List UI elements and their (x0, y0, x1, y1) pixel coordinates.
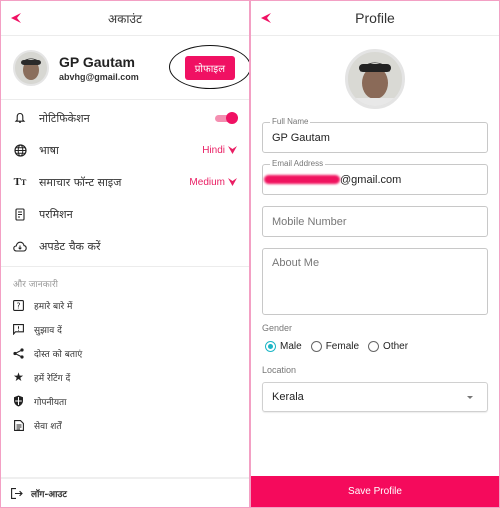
shield-icon (13, 395, 24, 407)
back-arrow-icon[interactable] (259, 11, 273, 25)
full-name-label: Full Name (270, 117, 311, 126)
about-me-field[interactable]: About Me (262, 248, 488, 315)
redaction-mark (264, 175, 340, 184)
gender-radio-group: Male Female Other (262, 341, 488, 352)
font-size-dropdown[interactable]: Medium (189, 177, 237, 188)
profile-form: Full Name GP Gautam Email Address @gmail… (251, 117, 499, 412)
profile-avatar[interactable] (345, 49, 405, 109)
full-name-value: GP Gautam (272, 131, 330, 144)
location-value: Kerala (272, 391, 304, 403)
settings-item-label: नोटिफिकेशन (39, 111, 90, 125)
share-icon (13, 347, 24, 359)
language-value: Hindi (202, 144, 225, 156)
cloud-download-icon (13, 239, 27, 253)
more-info-item-rate[interactable]: ★ हमें रेटिंग दें (1, 365, 249, 389)
logout-label: लॉग-आउट (31, 489, 67, 500)
language-dropdown[interactable]: Hindi (202, 145, 237, 156)
settings-item-font-size[interactable]: TT समाचार फॉन्ट साइज Medium (1, 166, 249, 198)
gender-radio-other[interactable]: Other (368, 341, 408, 352)
chevron-down-icon (228, 146, 237, 154)
settings-item-label: भाषा (39, 143, 59, 157)
more-info-item-feedback[interactable]: सुझाव दें (1, 317, 249, 341)
settings-item-label: समाचार फॉन्ट साइज (39, 175, 122, 189)
more-info-list: ? हमारे बारे में सुझाव दें दोस्त को बताए… (1, 293, 249, 437)
feedback-icon (13, 323, 24, 335)
more-info-item-about[interactable]: ? हमारे बारे में (1, 293, 249, 317)
location-select[interactable]: Kerala (262, 382, 488, 412)
chevron-down-icon (228, 178, 237, 186)
document-icon (13, 419, 24, 431)
mobile-number-input[interactable] (272, 215, 487, 228)
location-label: Location (262, 365, 297, 375)
email-value: @gmail.com (340, 173, 402, 186)
mobile-number-field[interactable] (262, 206, 488, 237)
user-email: abvhg@gmail.com (59, 71, 139, 82)
page-title: अकाउंट (107, 11, 143, 26)
full-name-field[interactable]: Full Name GP Gautam (262, 117, 488, 153)
about-me-placeholder: About Me (272, 257, 320, 269)
account-app-bar: अकाउंट (1, 1, 249, 36)
settings-item-label: परमिशन (39, 207, 73, 221)
settings-item-check-update[interactable]: अपडेट चैक करें (1, 230, 249, 262)
back-arrow-icon[interactable] (9, 11, 23, 25)
more-info-item-privacy[interactable]: गोपनीयता (1, 389, 249, 413)
settings-item-label: अपडेट चैक करें (39, 239, 101, 253)
settings-item-language[interactable]: भाषा Hindi (1, 134, 249, 166)
profile-button[interactable]: प्रोफाइल (184, 56, 235, 80)
help-icon: ? (13, 299, 24, 311)
more-info-label: दोस्त को बताएं (34, 349, 83, 360)
email-label: Email Address (270, 159, 326, 168)
email-field[interactable]: Email Address @gmail.com (262, 159, 488, 195)
permission-icon (13, 207, 27, 221)
more-info-label: हमें रेटिंग दें (34, 373, 71, 384)
gender-radio-female[interactable]: Female (310, 341, 359, 352)
gender-radio-male[interactable]: Male (265, 341, 302, 352)
page-title: Profile (355, 10, 395, 26)
logout-icon (11, 487, 23, 499)
dropdown-caret-icon (467, 396, 473, 399)
avatar (13, 49, 49, 86)
gender-label: Gender (262, 323, 293, 333)
account-header: GP Gautam abvhg@gmail.com प्रोफाइल (1, 36, 249, 100)
profile-screen: Profile Full Name GP Gautam Email Addres… (251, 1, 499, 507)
save-profile-button[interactable]: Save Profile (251, 476, 499, 507)
settings-item-permission[interactable]: परमिशन (1, 198, 249, 230)
logout-button[interactable]: लॉग-आउट (1, 477, 249, 507)
settings-list: नोटिफिकेशन भाषा Hindi TT समाचार फॉन्ट सा… (1, 100, 249, 267)
font-size-value: Medium (189, 176, 225, 188)
settings-item-notifications[interactable]: नोटिफिकेशन (1, 102, 249, 134)
more-info-label: गोपनीयता (34, 397, 67, 408)
bell-icon (13, 111, 27, 125)
star-icon: ★ (13, 370, 24, 384)
more-info-label: हमारे बारे में (34, 301, 73, 312)
profile-app-bar: Profile (251, 1, 499, 36)
more-info-header: और जानकारी (13, 280, 59, 290)
user-name: GP Gautam (59, 53, 135, 70)
account-screen: अकाउंट GP Gautam abvhg@gmail.com प्रोफाइ… (1, 1, 249, 507)
more-info-label: सुझाव दें (34, 325, 62, 336)
font-size-icon: TT (13, 176, 27, 188)
more-info-item-share[interactable]: दोस्त को बताएं (1, 341, 249, 365)
notification-toggle[interactable] (215, 112, 238, 124)
svg-text:?: ? (17, 301, 21, 310)
more-info-label: सेवा शर्तें (34, 421, 62, 432)
globe-icon (13, 143, 27, 157)
more-info-item-terms[interactable]: सेवा शर्तें (1, 413, 249, 437)
